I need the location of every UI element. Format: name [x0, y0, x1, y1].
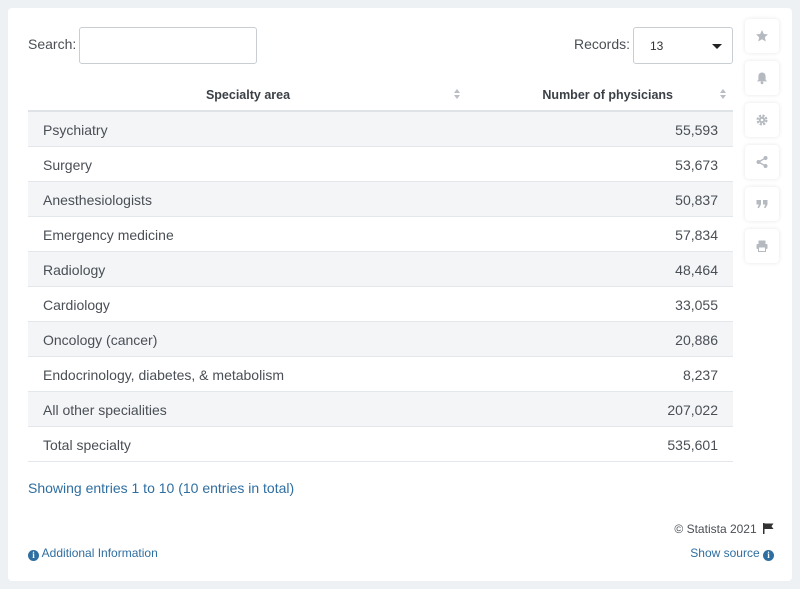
table-row: Surgery 53,673 [28, 147, 733, 182]
table-row: Radiology 48,464 [28, 252, 733, 287]
settings-button[interactable] [745, 103, 779, 137]
side-toolbar [745, 19, 781, 271]
cell-physicians: 53,673 [675, 157, 718, 173]
records-select[interactable]: 13 [633, 27, 733, 64]
table-row: Emergency medicine 57,834 [28, 217, 733, 252]
entries-info: Showing entries 1 to 10 (10 entries in t… [28, 480, 295, 496]
cell-physicians: 57,834 [675, 227, 718, 243]
copyright: © Statista 2021 [674, 522, 774, 536]
data-table: Specialty area Number of physicians Psyc… [28, 78, 733, 462]
table-row: Endocrinology, diabetes, & metabolism 8,2… [28, 357, 733, 392]
info-icon: i [763, 550, 774, 561]
cell-physicians: 20,886 [675, 332, 718, 348]
search-label: Search: [28, 36, 77, 52]
quote-icon [756, 200, 768, 208]
print-icon [756, 240, 768, 252]
cell-specialty: Psychiatry [43, 122, 108, 138]
cell-specialty: Total specialty [43, 437, 131, 453]
cell-specialty: Surgery [43, 157, 93, 173]
cell-specialty: Cardiology [43, 297, 110, 313]
notification-button[interactable] [745, 61, 779, 95]
table-row: Psychiatry 55,593 [28, 112, 733, 147]
flag-icon[interactable] [763, 523, 774, 534]
cell-specialty: All other specialities [43, 402, 167, 418]
table-row: Cardiology 33,055 [28, 287, 733, 322]
cell-physicians: 33,055 [675, 297, 718, 313]
cell-specialty: Emergency medicine [43, 227, 174, 243]
additional-info-link[interactable]: i Additional Information [28, 546, 158, 561]
cell-physicians: 535,601 [667, 437, 718, 453]
chevron-down-icon [712, 44, 722, 49]
table-header: Specialty area Number of physicians [28, 78, 733, 112]
sort-icon[interactable] [720, 88, 727, 102]
share-icon [756, 156, 768, 168]
cite-button[interactable] [745, 187, 779, 221]
cell-physicians: 50,837 [675, 192, 718, 208]
column-header-specialty[interactable]: Specialty area [28, 88, 468, 102]
additional-info-label: Additional Information [41, 546, 158, 560]
table-row: Total specialty 535,601 [28, 427, 733, 462]
table-row: Oncology (cancer) 20,886 [28, 322, 733, 357]
star-icon [756, 30, 768, 42]
cell-specialty: Radiology [43, 262, 106, 278]
table-row: Anesthesiologists 50,837 [28, 182, 733, 217]
print-button[interactable] [745, 229, 779, 263]
cell-physicians: 8,237 [682, 367, 718, 383]
cell-physicians: 48,464 [675, 262, 718, 278]
records-selected-value: 13 [650, 39, 664, 53]
column-header-physicians[interactable]: Number of physicians [468, 88, 713, 102]
favorite-button[interactable] [745, 19, 779, 53]
info-icon: i [28, 550, 39, 561]
copyright-text: © Statista 2021 [674, 522, 757, 536]
cell-specialty: Oncology (cancer) [43, 332, 158, 348]
table-body: Psychiatry 55,593 Surgery 53,673 Anesthesi… [28, 112, 733, 462]
cell-specialty: Anesthesiologists [43, 192, 152, 208]
show-source-link[interactable]: Show source i [690, 546, 774, 561]
show-source-label: Show source [690, 546, 760, 560]
sort-icon[interactable] [454, 88, 461, 102]
bell-icon [757, 72, 767, 85]
cell-physicians: 207,022 [667, 402, 718, 418]
table-row: All other specialities 207,022 [28, 392, 733, 427]
cell-physicians: 55,593 [675, 122, 718, 138]
records-label: Records: [574, 36, 631, 52]
gear-icon [756, 114, 768, 126]
cell-specialty: Endocrinology, diabetes, & metabolism [43, 367, 284, 383]
share-button[interactable] [745, 145, 779, 179]
search-input[interactable] [79, 27, 257, 64]
